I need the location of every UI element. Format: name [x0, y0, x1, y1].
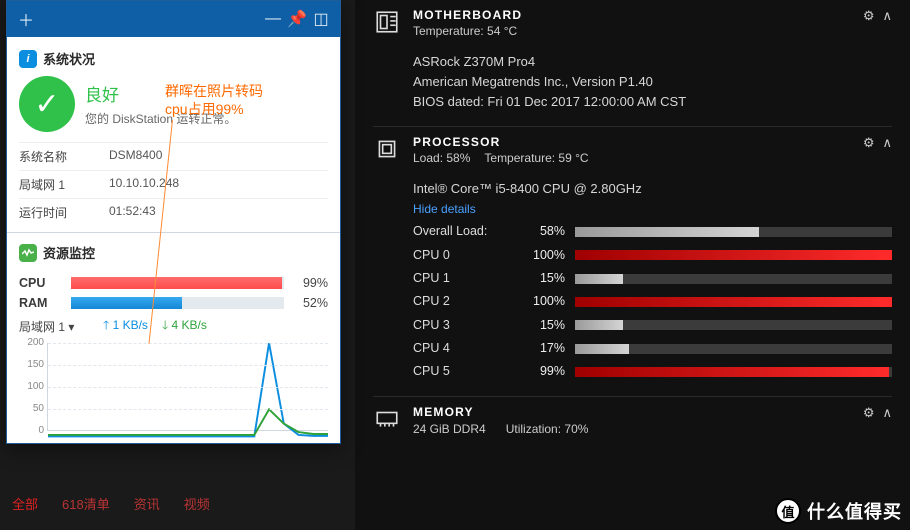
cpu-model: Intel® Core™ i5-8400 CPU @ 2.80GHz — [413, 179, 892, 199]
motherboard-temp: Temperature: 54 °C — [413, 24, 517, 38]
processor-icon — [373, 135, 401, 163]
cpu-core-row: CPU 315% — [413, 316, 892, 335]
hwinfo-panel: ⚙ ∧ MOTHERBOARD Temperature: 54 °C ASRoc… — [355, 0, 910, 530]
chevron-up-icon[interactable]: ∧ — [882, 8, 892, 24]
cpu-temp: Temperature: 59 °C — [484, 151, 588, 165]
cpu-core-row: CPU 599% — [413, 362, 892, 381]
ram-usage-row: RAM 52% — [19, 296, 328, 310]
minimize-icon[interactable]: — — [262, 9, 284, 29]
monitor-icon — [19, 244, 37, 262]
watermark-badge: 值 — [775, 498, 801, 524]
memory-util: Utilization: 70% — [506, 422, 589, 436]
motherboard-icon — [373, 8, 401, 36]
pin-icon[interactable]: 📌 — [286, 9, 308, 29]
tab-item[interactable]: 全部 — [12, 494, 38, 513]
gear-icon[interactable]: ⚙ — [863, 405, 875, 421]
mobo-bios: BIOS dated: Fri 01 Dec 2017 12:00:00 AM … — [413, 92, 892, 112]
smzdm-tabs: 全部 618清单 资讯 视频 — [12, 494, 210, 513]
upload-rate: 🡑 1 KB/s — [103, 316, 148, 337]
gear-icon[interactable]: ⚙ — [863, 135, 875, 151]
tab-item[interactable]: 资讯 — [134, 494, 160, 513]
mobo-vendor: American Megatrends Inc., Version P1.40 — [413, 72, 892, 92]
memory-section: ⚙ ∧ MEMORY 24 GiB DDR4 Utilization: 70% — [373, 397, 892, 450]
cpu-core-row: Overall Load:58% — [413, 222, 892, 241]
status-ok-icon: ✓ — [19, 76, 75, 132]
hide-details-link[interactable]: Hide details — [413, 200, 892, 219]
chevron-up-icon[interactable]: ∧ — [882, 135, 892, 151]
add-icon[interactable]: ＋ — [15, 7, 37, 31]
dsm-widget: ＋ — 📌 ◫ i 系统状况 ✓ 良好 您的 DiskStation 运转正常。… — [6, 0, 341, 444]
gear-icon[interactable]: ⚙ — [863, 8, 875, 24]
mobo-model: ASRock Z370M Pro4 — [413, 52, 892, 72]
widget-titlebar[interactable]: ＋ — 📌 ◫ — [7, 1, 340, 37]
motherboard-title: MOTHERBOARD — [413, 8, 522, 22]
download-rate: 🡓 4 KB/s — [162, 316, 207, 337]
info-icon: i — [19, 50, 37, 68]
cpu-usage-row: CPU 99% — [19, 276, 328, 290]
resource-monitor-header: 资源监控 — [19, 239, 328, 270]
smzdm-watermark: 值 什么值得买 — [775, 498, 902, 524]
network-rate-row: 局域网 1 ▾ 🡑 1 KB/s 🡓 4 KB/s — [19, 316, 328, 337]
kv-lan: 局域网 110.10.10.248 — [19, 170, 328, 198]
processor-section: ⚙ ∧ PROCESSOR Load: 58% Temperature: 59 … — [373, 127, 892, 396]
motherboard-section: ⚙ ∧ MOTHERBOARD Temperature: 54 °C ASRoc… — [373, 0, 892, 127]
annotation-text: 群晖在照片转码 cpu占用99% — [165, 82, 263, 118]
watermark-text: 什么值得买 — [807, 498, 902, 524]
restore-icon[interactable]: ◫ — [310, 9, 332, 29]
network-chart: 200150100500 — [47, 343, 328, 431]
lan-dropdown[interactable]: 局域网 1 ▾ — [19, 318, 89, 335]
memory-title: MEMORY — [413, 405, 588, 419]
memory-size: 24 GiB DDR4 — [413, 422, 486, 436]
processor-title: PROCESSOR — [413, 135, 589, 149]
cpu-core-row: CPU 2100% — [413, 292, 892, 311]
system-status-header: i 系统状况 — [19, 45, 328, 76]
memory-icon — [373, 405, 401, 433]
kv-uptime: 运行时间01:52:43 — [19, 198, 328, 226]
cpu-core-row: CPU 0100% — [413, 246, 892, 265]
cpu-core-row: CPU 115% — [413, 269, 892, 288]
cpu-core-row: CPU 417% — [413, 339, 892, 358]
tab-item[interactable]: 618清单 — [62, 494, 110, 513]
cpu-load-summary: Load: 58% — [413, 151, 470, 165]
chevron-up-icon[interactable]: ∧ — [882, 405, 892, 421]
kv-system-name: 系统名称DSM8400 — [19, 142, 328, 170]
tab-item[interactable]: 视频 — [184, 494, 210, 513]
